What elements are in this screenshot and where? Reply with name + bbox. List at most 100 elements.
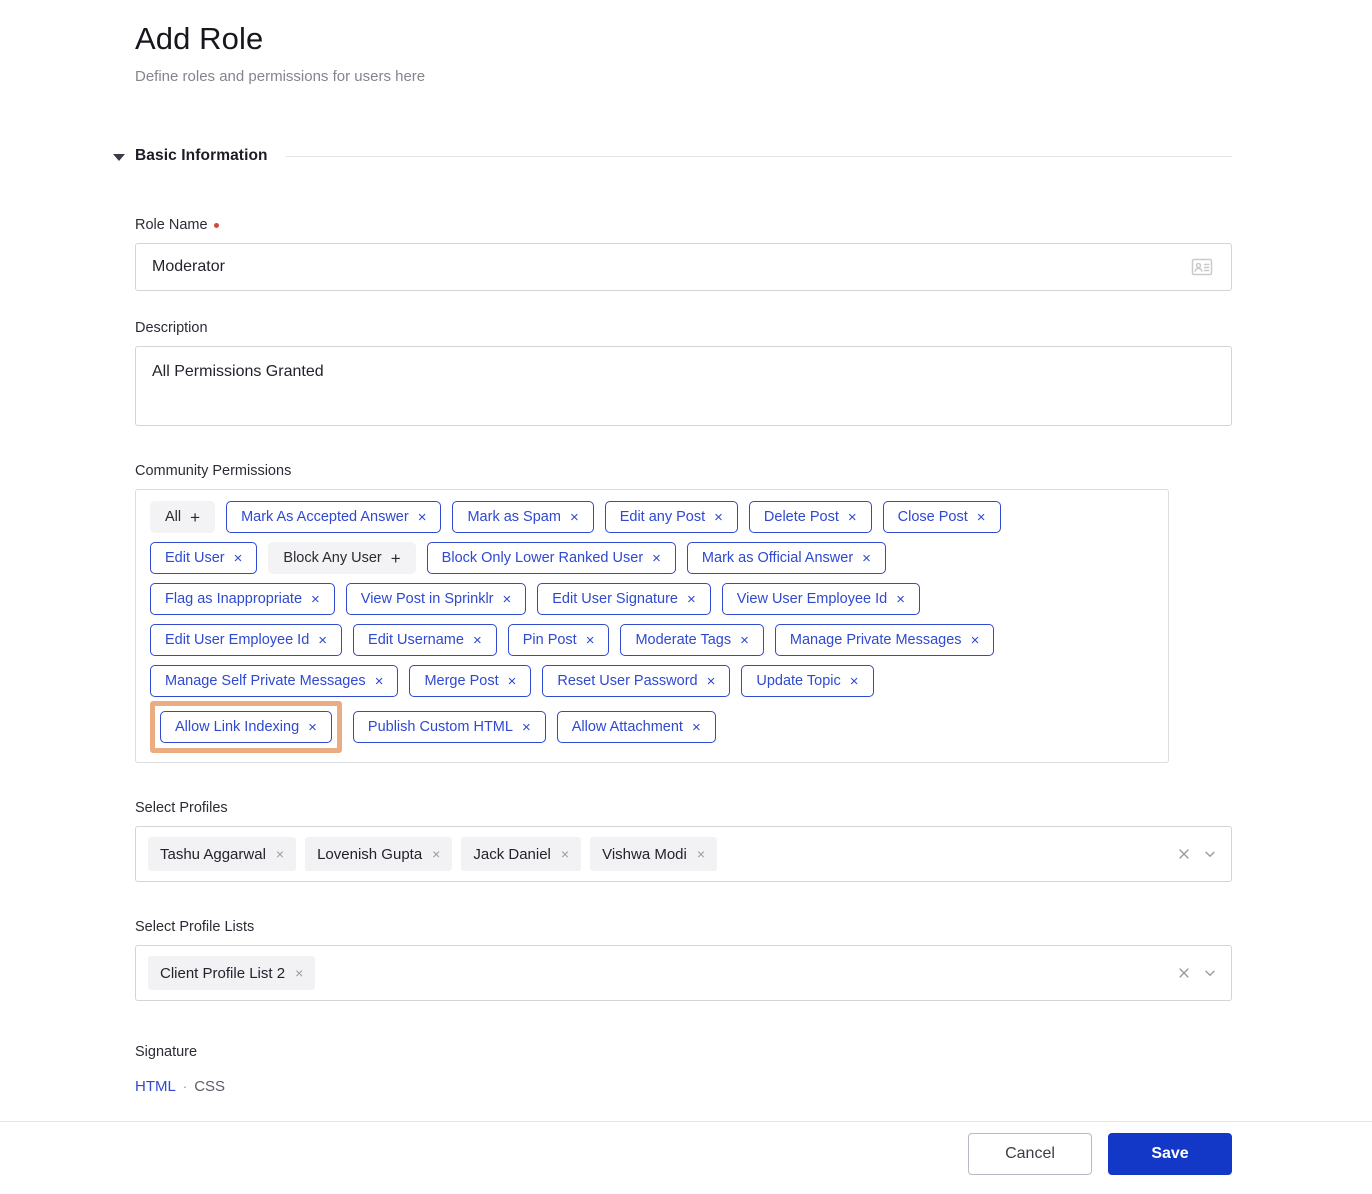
remove-permission-icon[interactable]: × (848, 510, 857, 525)
permission-chip[interactable]: Edit User × (150, 542, 258, 574)
add-role-page: Add Role Define roles and permissions fo… (0, 0, 1372, 1194)
permission-chip[interactable]: Block Any User + (268, 542, 416, 574)
remove-permission-icon[interactable]: × (850, 674, 859, 689)
permission-chip[interactable]: Edit User Signature × (537, 583, 711, 615)
remove-permission-icon[interactable]: × (418, 510, 427, 525)
permission-chip[interactable]: Edit any Post × (604, 501, 738, 533)
remove-permission-icon[interactable]: × (692, 720, 701, 735)
permission-chip-label: Flag as Inappropriate (165, 590, 303, 607)
role-name-label-text: Role Name (135, 217, 208, 233)
permission-chip-label: Mark as Spam (467, 508, 561, 525)
tag-label: Jack Daniel (473, 845, 551, 863)
signature-field: Signature HTML · CSS (135, 1043, 1232, 1095)
profile-tag[interactable]: Jack Daniel × (461, 837, 582, 871)
permission-chip-row: Flag as Inappropriate × View Post in Sprin… (150, 583, 1154, 615)
permission-chip[interactable]: All + (150, 501, 216, 533)
remove-permission-icon[interactable]: × (375, 674, 384, 689)
permission-chip[interactable]: Allow Link Indexing × (160, 711, 332, 743)
permission-chip-label: Block Any User (283, 549, 382, 566)
remove-permission-icon[interactable]: × (740, 633, 749, 648)
permission-chip-label: Merge Post (424, 672, 499, 689)
remove-permission-icon[interactable]: × (473, 633, 482, 648)
permission-chip-label: Block Only Lower Ranked User (441, 549, 644, 566)
clear-profiles-icon[interactable] (1177, 847, 1191, 861)
permission-chip[interactable]: Flag as Inappropriate × (150, 583, 335, 615)
remove-permission-icon[interactable]: × (503, 592, 512, 607)
remove-permission-icon[interactable]: × (508, 674, 517, 689)
permission-chip[interactable]: Edit Username × (353, 624, 497, 656)
remove-tag-icon[interactable]: × (295, 966, 303, 980)
permission-chip[interactable]: Delete Post × (748, 501, 872, 533)
role-name-value: Moderator (152, 258, 225, 275)
permission-chip-label: Manage Private Messages (789, 631, 962, 648)
permission-chip[interactable]: Block Only Lower Ranked User × (426, 542, 676, 574)
permission-chip[interactable]: Reset User Password × (542, 665, 731, 697)
footer-divider (0, 1121, 1372, 1122)
description-label-text: Description (135, 320, 208, 336)
permission-chip[interactable]: View Post in Sprinklr × (345, 583, 527, 615)
remove-permission-icon[interactable]: × (311, 592, 320, 607)
select-profiles-input[interactable]: Tashu Aggarwal × Lovenish Gupta × Jack Danie… (135, 826, 1232, 882)
add-permission-icon[interactable]: + (190, 509, 200, 526)
permission-chip[interactable]: Manage Private Messages × (774, 624, 995, 656)
permission-chip-label: Manage Self Private Messages (165, 672, 366, 689)
remove-permission-icon[interactable]: × (570, 510, 579, 525)
permission-chip[interactable]: Update Topic × (741, 665, 874, 697)
remove-tag-icon[interactable]: × (561, 847, 569, 861)
remove-permission-icon[interactable]: × (714, 510, 723, 525)
remove-permission-icon[interactable]: × (896, 592, 905, 607)
permission-chip[interactable]: Moderate Tags × (620, 624, 764, 656)
permission-chip[interactable]: Close Post × (882, 501, 1001, 533)
profile-tag[interactable]: Lovenish Gupta × (305, 837, 453, 871)
permission-chip[interactable]: Merge Post × (409, 665, 532, 697)
permission-chip[interactable]: View User Employee Id × (721, 583, 920, 615)
remove-permission-icon[interactable]: × (707, 674, 716, 689)
permission-chip[interactable]: Manage Self Private Messages × (150, 665, 399, 697)
role-name-input[interactable]: Moderator (135, 243, 1232, 291)
chevron-down-icon[interactable] (1203, 847, 1217, 861)
description-textarea[interactable]: All Permissions Granted (135, 346, 1232, 426)
remove-tag-icon[interactable]: × (432, 847, 440, 861)
save-button[interactable]: Save (1108, 1133, 1232, 1175)
permission-chip[interactable]: Mark as Spam × (452, 501, 594, 533)
tag-label: Lovenish Gupta (317, 845, 423, 863)
permission-chip[interactable]: Allow Attachment × (556, 711, 716, 743)
add-permission-icon[interactable]: + (391, 550, 401, 567)
remove-permission-icon[interactable]: × (652, 551, 661, 566)
permission-chip[interactable]: Pin Post × (507, 624, 610, 656)
remove-permission-icon[interactable]: × (971, 633, 980, 648)
basic-information-section-header[interactable]: Basic Information (113, 147, 1232, 165)
remove-permission-icon[interactable]: × (977, 510, 986, 525)
profile-tag[interactable]: Tashu Aggarwal × (148, 837, 297, 871)
select-profile-lists-input[interactable]: Client Profile List 2 × (135, 945, 1232, 1001)
remove-permission-icon[interactable]: × (586, 633, 595, 648)
remove-permission-icon[interactable]: × (687, 592, 696, 607)
select-profile-lists-label: Select Profile Lists (135, 918, 1232, 936)
remove-tag-icon[interactable]: × (697, 847, 705, 861)
remove-permission-icon[interactable]: × (308, 720, 317, 735)
permission-chip[interactable]: Mark As Accepted Answer × (226, 501, 442, 533)
signature-css-link[interactable]: CSS (194, 1078, 225, 1095)
remove-permission-icon[interactable]: × (234, 551, 243, 566)
cancel-button[interactable]: Cancel (968, 1133, 1092, 1175)
permission-chip[interactable]: Publish Custom HTML × (352, 711, 546, 743)
signature-label: Signature (135, 1044, 198, 1060)
profile-list-tag[interactable]: Client Profile List 2 × (148, 956, 316, 990)
permission-chip-row: Allow Link Indexing × Publish Custom HTML ×… (150, 701, 1154, 753)
signature-html-link[interactable]: HTML (135, 1078, 176, 1095)
remove-permission-icon[interactable]: × (318, 633, 327, 648)
permission-chip-label: View User Employee Id (736, 590, 888, 607)
permission-chip[interactable]: Mark as Official Answer × (686, 542, 886, 574)
remove-permission-icon[interactable]: × (522, 720, 531, 735)
remove-permission-icon[interactable]: × (862, 551, 871, 566)
required-indicator-icon (213, 222, 219, 228)
profile-tag[interactable]: Vishwa Modi × (590, 837, 718, 871)
chevron-down-icon[interactable] (1203, 966, 1217, 980)
remove-tag-icon[interactable]: × (276, 847, 284, 861)
page-title: Add Role (135, 21, 264, 56)
id-card-icon[interactable] (1191, 256, 1213, 278)
clear-profile-lists-icon[interactable] (1177, 966, 1191, 980)
permission-chip[interactable]: Edit User Employee Id × (150, 624, 343, 656)
permission-chip-label: Mark as Official Answer (701, 549, 854, 566)
caret-down-icon[interactable] (113, 153, 125, 161)
